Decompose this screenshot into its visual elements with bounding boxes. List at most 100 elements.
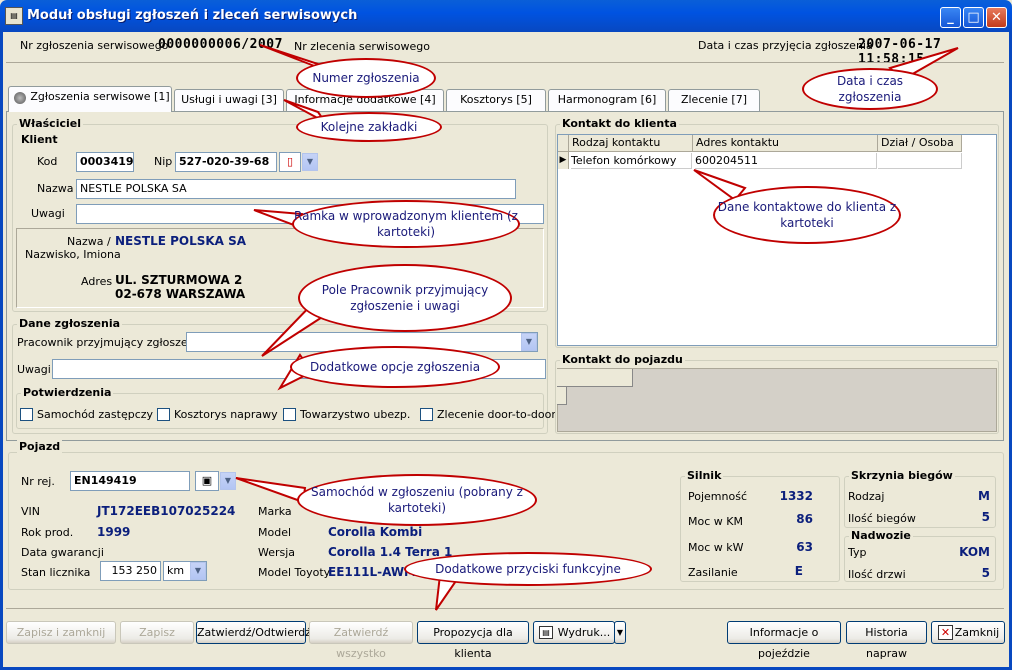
rodzaj-value: M — [978, 489, 990, 503]
pojemnosc-label: Pojemność — [688, 490, 747, 503]
ilosc-biegow-label: Ilość biegów — [848, 512, 916, 525]
moc-km-value: 86 — [796, 512, 813, 526]
pracownik-label: Pracownik przyjmujący zgłoszenie — [17, 336, 205, 349]
ilosc-biegow-value: 5 — [981, 510, 990, 524]
potwierdzenia-title: Potwierdzenia — [21, 386, 114, 399]
zasilanie-value: E — [794, 564, 803, 578]
kosztorys-checkbox[interactable] — [157, 408, 170, 421]
door-to-door-label: Zlecenie door-to-door — [437, 408, 556, 421]
uwagi-label: Uwagi — [31, 207, 65, 220]
ilosc-drzwi-value: 5 — [981, 566, 990, 580]
model-toyoty-value: EE111L-AWM — [328, 565, 416, 579]
moc-km-label: Moc w KM — [688, 515, 743, 528]
col-dzial[interactable]: Dział / Osoba — [878, 135, 962, 152]
marka-label: Marka — [258, 505, 292, 518]
tab-status-icon — [14, 92, 26, 104]
licznik-input[interactable]: 153 250 — [100, 561, 161, 581]
printer-icon: ▤ — [539, 626, 553, 639]
vin-label: VIN — [21, 505, 40, 518]
samochod-zastepczy-checkbox[interactable] — [20, 408, 33, 421]
model-label: Model — [258, 526, 292, 539]
car-card-icon[interactable]: ▣ — [195, 471, 219, 491]
owner-title: Właściciel — [17, 117, 83, 130]
model-value: Corolla Kombi — [328, 525, 423, 539]
vehicle-contact-title: Kontakt do pojazdu — [560, 353, 685, 366]
contact-type-cell[interactable]: Telefon komórkowy — [571, 153, 692, 169]
zapisz-i-zamknij-button[interactable]: Zapisz i zamknij — [6, 621, 116, 644]
towarzystwo-label: Towarzystwo ubezp. — [300, 408, 411, 421]
towarzystwo-checkbox[interactable] — [283, 408, 296, 421]
nip-input[interactable]: 527-020-39-68 — [175, 152, 277, 172]
nr-rej-dropdown-button[interactable]: ▼ — [220, 472, 236, 490]
rok-label: Rok prod. — [21, 526, 74, 539]
data-przyjecia-label: Data i czas przyjęcia zgłoszenia — [698, 39, 873, 52]
pracownik-dropdown-button[interactable]: ▼ — [521, 333, 537, 351]
rok-value: 1999 — [97, 525, 131, 539]
pojemnosc-value: 1332 — [779, 489, 813, 503]
nr-rej-input[interactable]: EN149419 — [70, 471, 190, 491]
ilosc-drzwi-label: Ilość drzwi — [848, 568, 906, 581]
nr-zgloszenia-label: Nr zgłoszenia serwisowego — [20, 39, 169, 52]
close-window-button[interactable]: ✕ — [986, 7, 1007, 28]
nip-label: Nip — [154, 155, 173, 168]
silnik-title: Silnik — [685, 469, 724, 482]
nip-dropdown-button[interactable]: ▼ — [302, 153, 318, 171]
pojazd-title: Pojazd — [17, 440, 63, 453]
app-icon: ▤ — [5, 7, 23, 25]
col-rodzaj[interactable]: Rodzaj kontaktu — [569, 135, 693, 152]
nazwa-input[interactable]: NESTLE POLSKA SA — [76, 179, 516, 199]
propozycja-button[interactable]: Propozycja dla klienta — [417, 621, 529, 660]
zgl-uwagi-label: Uwagi — [17, 363, 51, 376]
adres-line-1: UL. SZTURMOWA 2 — [115, 273, 243, 287]
client-card-icon[interactable]: ▯ — [279, 152, 301, 172]
client-title: Klient — [19, 133, 60, 146]
row-selector-icon: ▶ — [558, 152, 569, 169]
kod-label: Kod — [37, 155, 58, 168]
nr-zlecenia-label: Nr zlecenia serwisowego — [294, 40, 430, 53]
tab-kosztorys[interactable]: Kosztorys [5] — [446, 89, 546, 111]
callout-przyciski: Dodatkowe przyciski funkcyjne — [404, 552, 652, 586]
callout-numer: Numer zgłoszenia — [296, 58, 436, 98]
model-toyoty-label: Model Toyoty — [258, 566, 331, 579]
kod-input[interactable]: 0003419 — [76, 152, 134, 172]
wersja-label: Wersja — [258, 546, 296, 559]
minimize-button[interactable]: _ — [940, 7, 961, 28]
client-name-value: NESTLE POLSKA SA — [115, 234, 247, 248]
typ-value: KOM — [959, 545, 990, 559]
tab-uslugi[interactable]: Usługi i uwagi [3] — [174, 89, 284, 111]
zatwierdz-odtwierdz-button[interactable]: Zatwierdź/Odtwierdź — [196, 621, 311, 644]
close-icon: ✕ — [938, 625, 953, 640]
unit-dropdown-button[interactable]: ▼ — [190, 562, 206, 580]
window-title: Moduł obsługi zgłoszeń i zleceń serwisow… — [27, 8, 358, 23]
callout-data: Data i czas zgłoszenia — [802, 68, 938, 110]
informacje-pojezdzie-button[interactable]: Informacje o pojeździe — [727, 621, 841, 660]
adres-label: Adres — [81, 275, 113, 288]
contact-person-cell[interactable] — [878, 153, 962, 169]
name-label-1: Nazwa / — [67, 235, 111, 248]
callout-zakladki: Kolejne zakładki — [296, 112, 442, 142]
zatwierdz-wszystko-button[interactable]: Zatwierdź wszystko — [309, 621, 413, 660]
maximize-button[interactable]: □ — [963, 7, 984, 28]
callout-pracownik: Pole Pracownik przyjmujący zgłoszenie i … — [298, 264, 512, 332]
door-to-door-checkbox[interactable] — [420, 408, 433, 421]
tab-zlecenie[interactable]: Zlecenie [7] — [668, 89, 760, 111]
vin-value: JT172EEB107025224 — [97, 504, 236, 518]
callout-opcje: Dodatkowe opcje zgłoszenia — [290, 346, 500, 388]
callout-kontaktowe: Dane kontaktowe do klienta z kartoteki — [713, 186, 901, 244]
typ-label: Typ — [848, 546, 867, 559]
name-label-2: Nazwisko, Imiona — [25, 248, 121, 261]
zasilanie-label: Zasilanie — [688, 566, 738, 579]
contact-address-cell[interactable]: 600204511 — [695, 153, 877, 169]
tab-zgloszenia[interactable]: Zgłoszenia serwisowe [1] — [8, 86, 172, 112]
historia-napraw-button[interactable]: Historia napraw — [846, 621, 927, 660]
col-adres[interactable]: Adres kontaktu — [693, 135, 878, 152]
adres-line-2: 02-678 WARSZAWA — [115, 287, 246, 301]
nr-zgloszenia-value: 0000000006/2007 — [158, 37, 283, 52]
wydruk-dropdown-button[interactable]: ▼ — [614, 621, 626, 644]
kosztorys-label: Kosztorys naprawy — [174, 408, 278, 421]
zapisz-button[interactable]: Zapisz — [120, 621, 194, 644]
nazwa-label: Nazwa — [37, 182, 74, 195]
callout-samochod: Samochód w zgłoszeniu (pobrany z kartote… — [297, 474, 537, 526]
tab-harmonogram[interactable]: Harmonogram [6] — [548, 89, 666, 111]
zgloszenie-title: Dane zgłoszenia — [17, 317, 123, 330]
